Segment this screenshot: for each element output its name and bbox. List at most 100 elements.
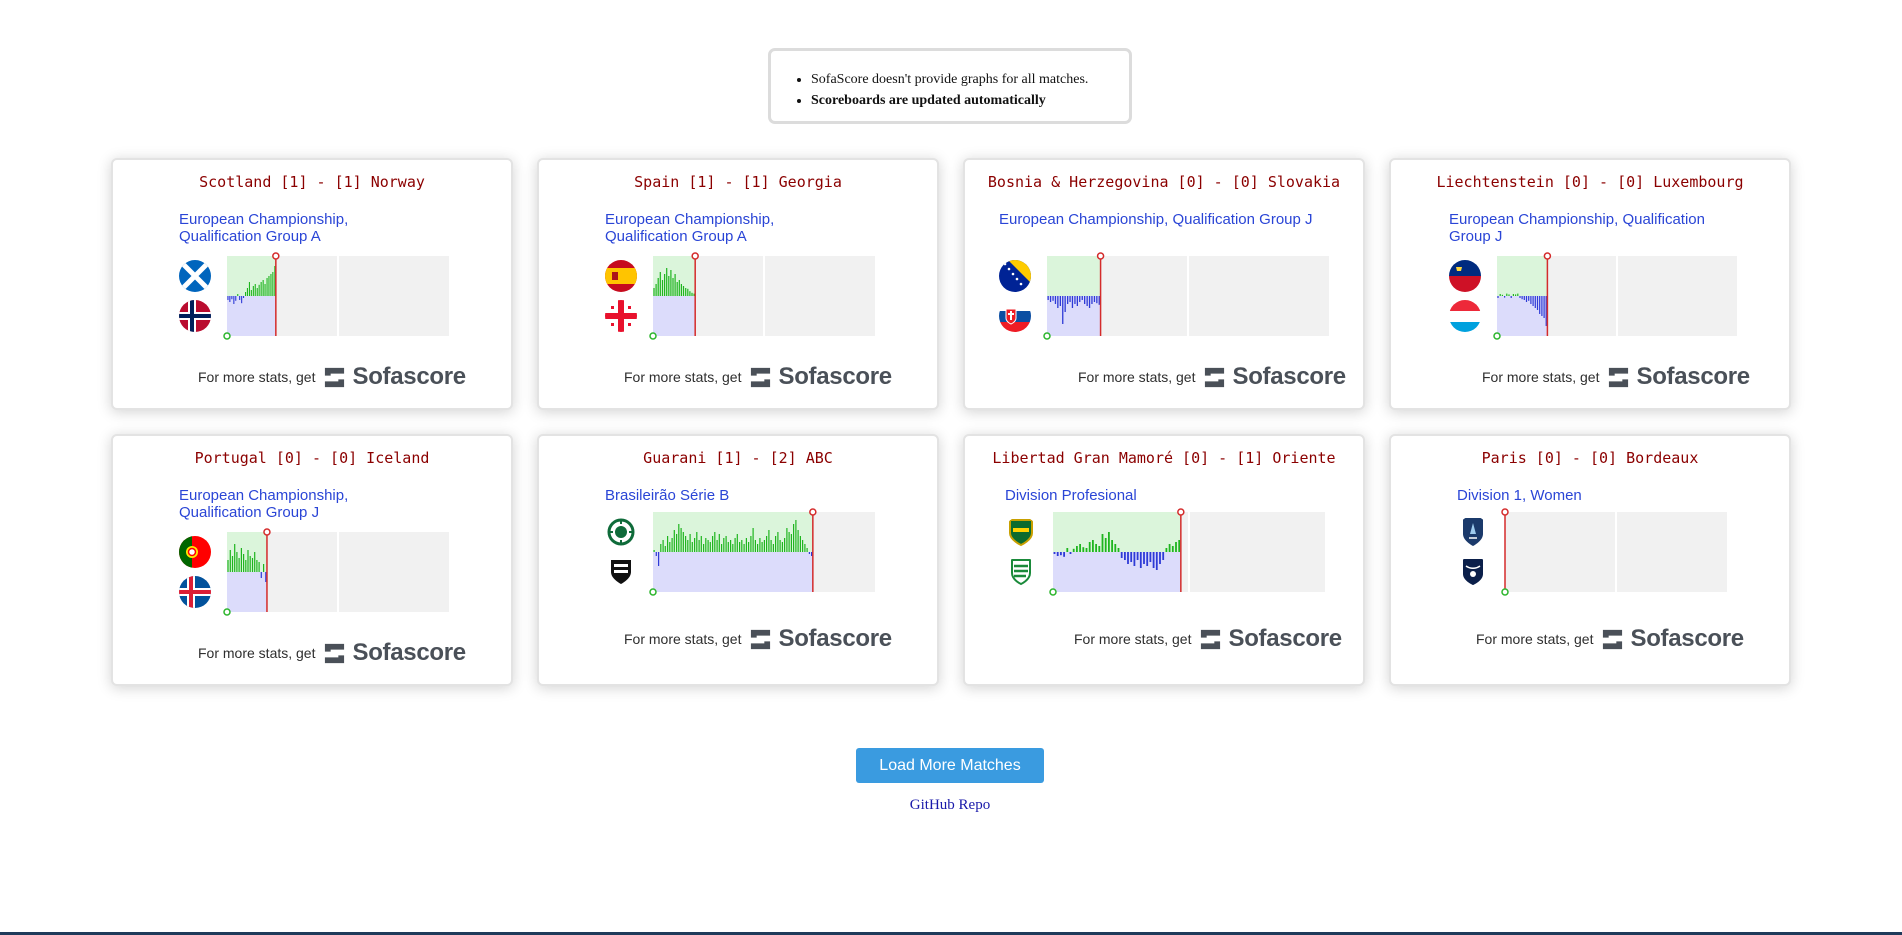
momentum-bar (716, 540, 718, 552)
momentum-graph (1049, 508, 1325, 596)
momentum-bar (1143, 552, 1145, 564)
league-name[interactable]: European Championship, Qualification Gro… (1449, 211, 1739, 245)
sofascore-brand: Sofascore (1232, 363, 1346, 390)
momentum-bar (1539, 296, 1541, 314)
momentum-bar (1525, 296, 1528, 302)
momentum-bar (653, 550, 655, 552)
momentum-bar (248, 282, 250, 296)
momentum-bar (1098, 296, 1100, 305)
momentum-bar (1066, 548, 1069, 552)
momentum-bar (1530, 296, 1532, 304)
momentum-graph (223, 528, 449, 616)
match-title: Bosnia & Herzegovina [0] - [0] Slovakia (987, 173, 1341, 191)
momentum-bar (727, 542, 729, 552)
momentum-bar (1081, 296, 1083, 300)
momentum-bar (1071, 296, 1074, 308)
momentum-bar (804, 544, 806, 552)
momentum-bar (1108, 532, 1110, 552)
momentum-bar (718, 534, 720, 552)
momentum-bar (680, 528, 682, 552)
momentum-bar (1088, 542, 1091, 552)
sofascore-promo[interactable]: For more stats, get Sofascore (1078, 363, 1346, 390)
sofascore-promo[interactable]: For more stats, get Sofascore (1476, 625, 1744, 652)
momentum-bar (689, 534, 691, 552)
momentum-bar (1063, 552, 1065, 557)
momentum-bar (1117, 548, 1120, 552)
momentum-bar (736, 534, 738, 552)
sofascore-promo[interactable]: For more stats, get Sofascore (198, 639, 466, 666)
momentum-graph (1043, 252, 1329, 340)
momentum-bar (229, 296, 231, 302)
league-name[interactable]: Division 1, Women (1457, 487, 1657, 504)
sofascore-promo[interactable]: For more stats, get Sofascore (1074, 625, 1342, 652)
momentum-bar (1175, 542, 1177, 552)
momentum-bar (700, 536, 702, 552)
momentum-bar (660, 544, 662, 552)
momentum-bar (1146, 552, 1149, 566)
sofascore-promo[interactable]: For more stats, get Sofascore (624, 625, 892, 652)
github-repo-link[interactable]: GitHub Repo (850, 797, 1050, 814)
momentum-bar (270, 274, 272, 296)
momentum-bar (1501, 294, 1503, 296)
momentum-bar (658, 552, 660, 566)
momentum-bar (687, 288, 689, 296)
momentum-bar (664, 546, 666, 552)
momentum-bar (799, 536, 801, 552)
momentum-bar (759, 538, 761, 552)
kickoff-marker (1493, 332, 1501, 340)
momentum-bar (1092, 540, 1094, 552)
promo-text: For more stats, get (624, 369, 742, 385)
sofascore-logo-icon (323, 366, 352, 389)
sofascore-promo[interactable]: For more stats, get Sofascore (198, 363, 466, 390)
momentum-bar (229, 550, 231, 572)
momentum-bar (245, 292, 247, 296)
sofascore-logo-icon (1199, 628, 1228, 651)
league-name[interactable]: Division Profesional (1005, 487, 1205, 504)
momentum-bar (790, 534, 792, 552)
momentum-bar (680, 284, 682, 296)
momentum-bar (238, 558, 240, 572)
momentum-bar (655, 552, 657, 556)
momentum-bar (239, 296, 241, 300)
league-name[interactable]: European Championship, Qualification Gro… (999, 211, 1329, 228)
momentum-bar (743, 544, 745, 552)
momentum-bar (1064, 296, 1066, 312)
sofascore-brand: Sofascore (352, 363, 466, 390)
momentum-bar (249, 556, 251, 572)
momentum-bar (685, 536, 687, 552)
match-title: Liechtenstein [0] - [0] Luxembourg (1436, 173, 1744, 191)
momentum-bar (721, 544, 723, 552)
match-card: Spain [1] - [1] Georgia European Champion… (537, 158, 939, 410)
league-name[interactable]: Brasileirão Série B (605, 487, 805, 504)
momentum-bar (1515, 294, 1517, 296)
momentum-bar (268, 276, 270, 296)
notice-item-graphs: SofaScore doesn't provide graphs for all… (811, 69, 1129, 90)
load-more-button[interactable]: Load More Matches (856, 748, 1044, 783)
match-card: Liechtenstein [0] - [0] Luxembourg Europe… (1389, 158, 1791, 410)
momentum-graph (1501, 508, 1727, 596)
momentum-bar (655, 284, 657, 296)
league-name[interactable]: European Championship, Qualification Gro… (179, 211, 379, 245)
momentum-bar (703, 544, 705, 552)
momentum-bar (250, 290, 252, 296)
match-title: Guarani [1] - [2] ABC (643, 449, 833, 467)
notice-list: SofaScore doesn't provide graphs for all… (771, 51, 1129, 111)
momentum-bar (1052, 296, 1054, 301)
momentum-bar (1504, 296, 1506, 298)
sofascore-promo[interactable]: For more stats, get Sofascore (1482, 363, 1750, 390)
sofascore-promo[interactable]: For more stats, get Sofascore (624, 363, 892, 390)
momentum-bar (772, 544, 774, 552)
momentum-bar (241, 296, 243, 304)
momentum-bar (1076, 546, 1078, 552)
league-name[interactable]: European Championship, Qualification Gro… (605, 211, 805, 245)
league-name[interactable]: European Championship, Qualification Gro… (179, 487, 379, 521)
momentum-bar (763, 540, 765, 552)
momentum-bar (653, 288, 655, 296)
promo-text: For more stats, get (198, 645, 316, 661)
momentum-bar (1084, 296, 1086, 304)
momentum-bar (808, 552, 810, 554)
momentum-bar (664, 274, 666, 296)
momentum-bar (237, 294, 239, 296)
momentum-bar (1069, 552, 1072, 554)
momentum-bar (1133, 552, 1136, 566)
